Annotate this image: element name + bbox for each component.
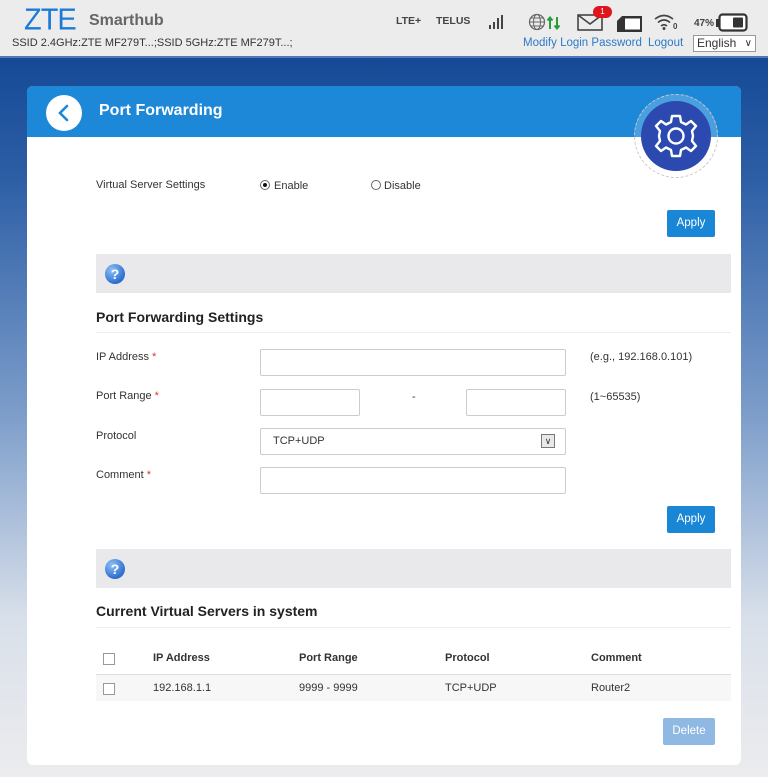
sim-card-icon <box>617 16 642 32</box>
help-icon[interactable]: ? <box>105 559 125 579</box>
apply-virtual-server-button[interactable]: Apply <box>667 210 715 237</box>
brand-name: Smarthub <box>89 12 164 29</box>
column-header-protocol: Protocol <box>445 652 490 664</box>
chevron-left-icon <box>58 104 69 122</box>
enable-radio[interactable] <box>260 180 270 190</box>
unread-badge: 1 <box>593 6 612 18</box>
modify-login-password-link[interactable]: Modify Login Password <box>523 37 642 49</box>
wifi-icon <box>654 14 674 30</box>
port-range-separator: - <box>412 391 416 403</box>
column-header-comment: Comment <box>591 652 642 664</box>
messages-button[interactable]: 1 <box>577 6 612 31</box>
logout-link[interactable]: Logout <box>648 37 683 49</box>
gear-icon <box>654 114 698 158</box>
divider <box>96 332 731 333</box>
page-title: Port Forwarding <box>99 102 223 119</box>
data-transfer-icon <box>547 16 561 30</box>
port-range-label-text: Port Range <box>96 390 152 402</box>
language-select[interactable]: English ∨ <box>693 35 756 52</box>
disable-label: Disable <box>384 180 421 192</box>
required-mark: * <box>152 351 157 363</box>
column-header-port-range: Port Range <box>299 652 358 664</box>
chevron-down-icon: ∨ <box>744 38 752 49</box>
port-range-label: Port Range * <box>96 390 159 402</box>
port-start-input[interactable] <box>260 389 360 416</box>
top-bar: ZTE Smarthub SSID 2.4GHz:ZTE MF279T...;S… <box>0 0 768 58</box>
port-end-input[interactable] <box>466 389 566 416</box>
language-value: English <box>697 36 737 50</box>
row-checkbox[interactable] <box>103 683 115 695</box>
ip-address-label: IP Address * <box>96 351 156 363</box>
disable-radio[interactable] <box>371 180 381 190</box>
virtual-server-label: Virtual Server Settings <box>96 179 206 191</box>
comment-label-text: Comment <box>96 469 144 481</box>
delete-button[interactable]: Delete <box>663 718 715 745</box>
ssid-info: SSID 2.4GHz:ZTE MF279T...;SSID 5GHz:ZTE … <box>12 37 293 49</box>
divider <box>96 627 731 628</box>
settings-badge <box>634 94 718 178</box>
help-icon[interactable]: ? <box>105 264 125 284</box>
protocol-value: TCP+UDP <box>273 435 325 447</box>
help-bar: ? <box>96 549 731 588</box>
back-button[interactable] <box>46 95 82 131</box>
battery-percent: 47% <box>694 18 715 29</box>
ip-address-hint: (e.g., 192.168.0.101) <box>590 351 693 363</box>
help-bar: ? <box>96 254 731 293</box>
row-port-range: 9999 - 9999 <box>299 682 358 694</box>
required-mark: * <box>154 390 159 402</box>
disable-radio-option[interactable]: Disable <box>371 180 431 194</box>
globe-icon <box>528 13 546 31</box>
select-all-checkbox[interactable] <box>103 653 115 665</box>
comment-input[interactable] <box>260 467 566 494</box>
signal-strength-icon <box>489 15 503 29</box>
port-range-hint: (1~65535) <box>590 391 641 403</box>
ip-address-label-text: IP Address <box>96 351 149 363</box>
enable-radio-option[interactable]: Enable <box>260 180 320 194</box>
required-mark: * <box>146 469 151 481</box>
protocol-select[interactable]: TCP+UDP ∨ <box>260 428 566 455</box>
row-protocol: TCP+UDP <box>445 682 497 694</box>
column-header-ip-address: IP Address <box>153 652 210 664</box>
protocol-label: Protocol <box>96 430 137 442</box>
port-forwarding-settings-heading: Port Forwarding Settings <box>96 309 264 325</box>
carrier-name: TELUS <box>436 15 471 27</box>
wifi-client-count: 0 <box>673 22 678 31</box>
battery-icon <box>716 13 748 32</box>
comment-label: Comment * <box>96 469 151 481</box>
row-comment: Router2 <box>591 682 631 694</box>
apply-port-forwarding-button[interactable]: Apply <box>667 506 715 533</box>
enable-label: Enable <box>274 180 309 192</box>
current-virtual-servers-heading: Current Virtual Servers in system <box>96 603 318 619</box>
chevron-down-icon: ∨ <box>541 434 555 448</box>
ip-address-input[interactable] <box>260 349 566 376</box>
zte-logo: ZTE <box>24 3 77 37</box>
row-ip-address: 192.168.1.1 <box>153 682 212 694</box>
network-type: LTE+ <box>396 15 422 27</box>
